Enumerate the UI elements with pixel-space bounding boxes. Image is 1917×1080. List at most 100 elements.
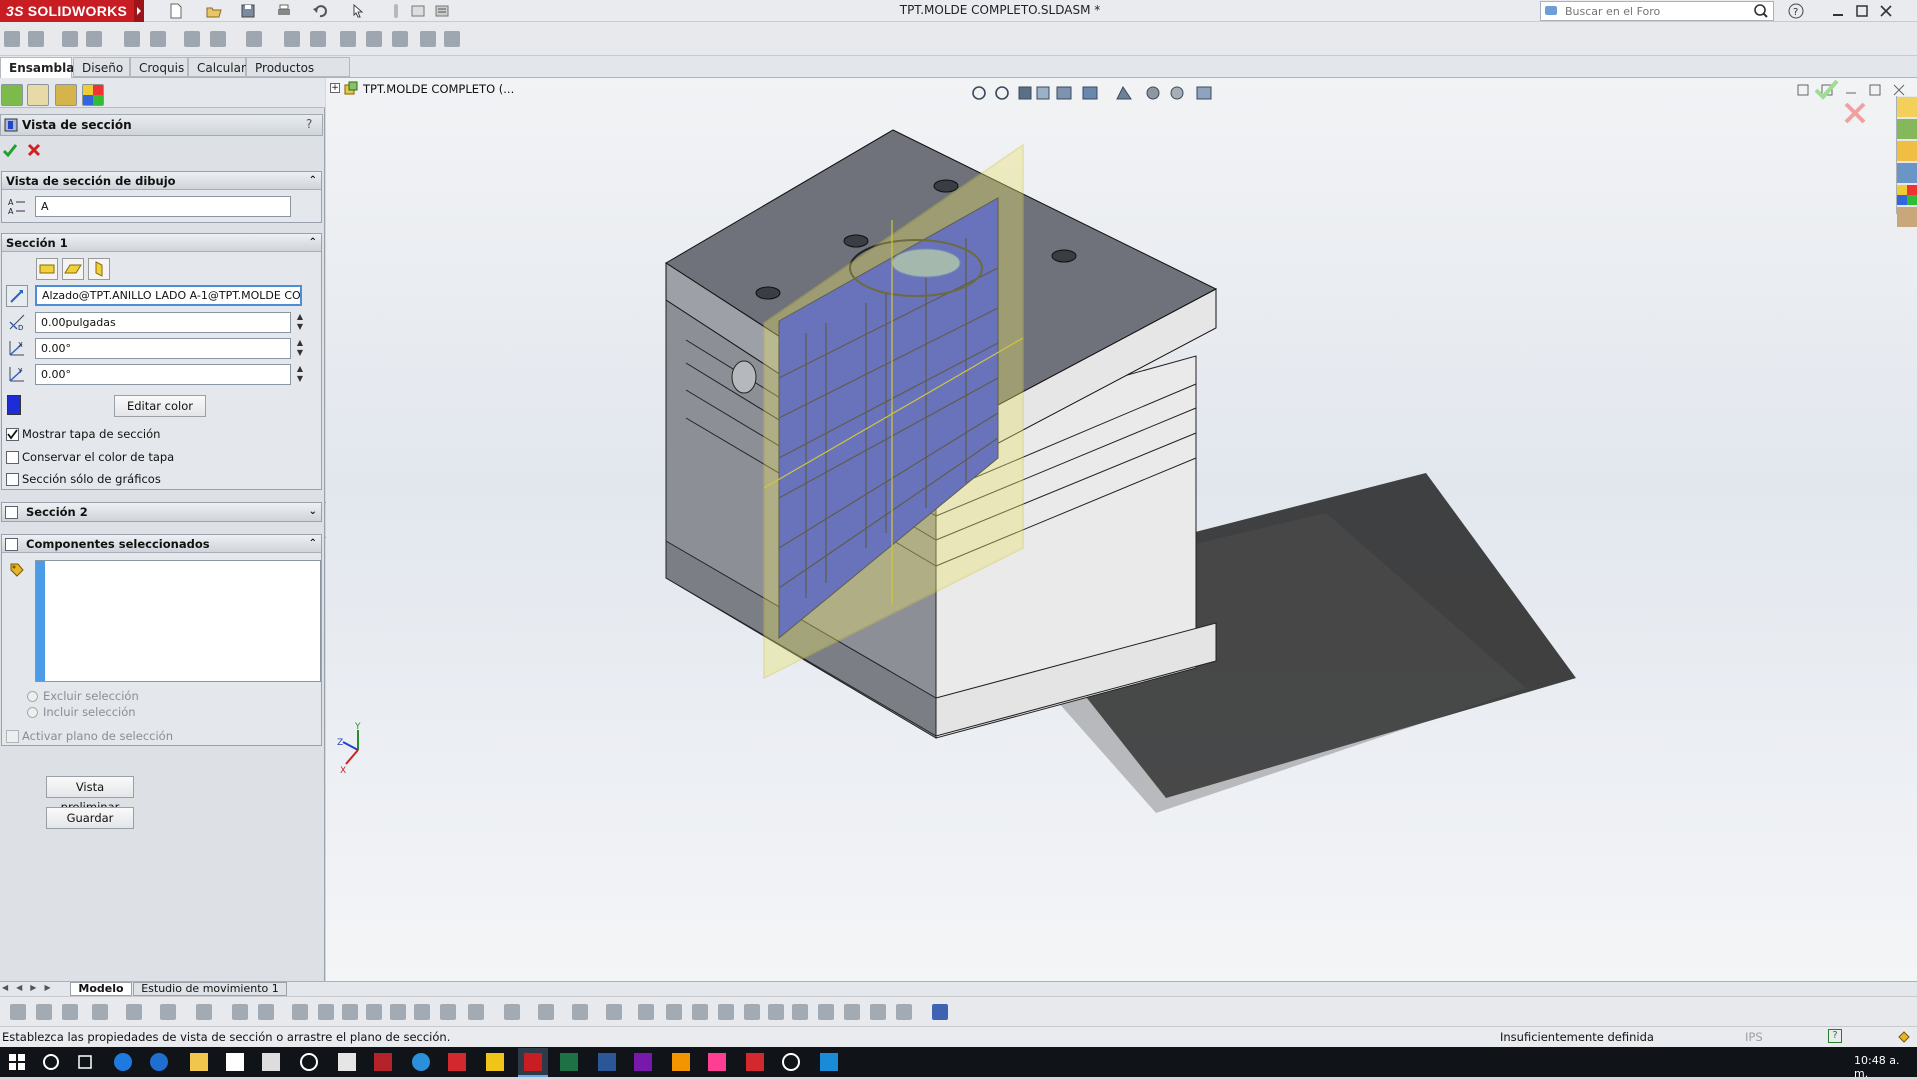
acrobat-icon[interactable] xyxy=(746,1053,764,1071)
tab-calcular[interactable]: Calcular xyxy=(188,57,246,77)
offset-spinner[interactable]: ▲ ▼ xyxy=(294,312,306,333)
search-box[interactable] xyxy=(1540,1,1774,21)
indesign-icon[interactable] xyxy=(708,1053,726,1071)
tab-motion-study[interactable]: Estudio de movimiento 1 xyxy=(133,982,287,996)
store-icon[interactable] xyxy=(262,1053,280,1071)
print-icon[interactable] xyxy=(276,3,292,19)
mail-icon[interactable] xyxy=(226,1053,244,1071)
exclude-radio[interactable] xyxy=(27,691,38,702)
search-input[interactable] xyxy=(1563,2,1753,20)
units-indicator[interactable]: IPS xyxy=(1745,1030,1763,1044)
tab-diseno[interactable]: Diseño xyxy=(73,57,130,77)
tab-croquis[interactable]: Croquis xyxy=(130,57,188,77)
pm-help-icon[interactable]: ? xyxy=(306,117,312,131)
cortana-search-icon[interactable] xyxy=(42,1053,60,1071)
forum-icon xyxy=(1544,3,1560,22)
rotation-x-field[interactable]: 0.00° xyxy=(35,338,291,359)
help-icon[interactable]: ? xyxy=(1788,3,1804,19)
media-player-icon[interactable] xyxy=(300,1053,318,1071)
bottom-toolbar-icons[interactable] xyxy=(10,1003,950,1021)
section2-header[interactable]: Sección 2 ⌄ xyxy=(2,503,321,521)
collapse-chevron-icon[interactable]: ⌃ xyxy=(309,234,317,252)
solidworks-taskbar-icon[interactable] xyxy=(524,1053,542,1071)
search-icon[interactable] xyxy=(1753,3,1769,22)
configuration-manager-tab-icon[interactable] xyxy=(55,84,77,106)
internet-explorer-icon[interactable] xyxy=(150,1053,168,1071)
status-help-icon[interactable]: ? xyxy=(1828,1029,1842,1043)
tab-scroll-arrows[interactable]: ◀◀▶▶ xyxy=(2,983,62,995)
keep-cap-color-checkbox[interactable] xyxy=(6,451,19,464)
graphics-viewport[interactable]: + TPT.MOLDE COMPLETO (... Y Z X xyxy=(326,78,1917,981)
minimize-icon[interactable] xyxy=(1830,3,1846,19)
drawing-section-header[interactable]: Vista de sección de dibujo ⌃ xyxy=(2,172,321,190)
title-bar: 3S SOLIDWORKS TPT.MOLDE COMPLETO.SLDASM *… xyxy=(0,0,1917,22)
open-icon[interactable] xyxy=(206,3,222,19)
file-properties-icon[interactable] xyxy=(410,3,426,19)
offset-distance-field[interactable]: 0.00pulgadas xyxy=(35,312,291,333)
toolbar-icons[interactable] xyxy=(4,30,464,48)
plane-front-icon[interactable] xyxy=(36,258,58,280)
sticky-notes-icon[interactable] xyxy=(486,1053,504,1071)
mold-assembly-model[interactable]: Y Z X xyxy=(326,78,1917,981)
plane-top-icon[interactable] xyxy=(62,258,84,280)
section-name-field[interactable]: A xyxy=(35,196,291,217)
show-cap-checkbox[interactable] xyxy=(6,428,19,441)
section1-group: Sección 1 ⌃ Alzado@TPT.ANILLO LADO A-1@T… xyxy=(1,233,322,490)
graphics-only-checkbox[interactable] xyxy=(6,473,19,486)
excel-icon[interactable] xyxy=(560,1053,578,1071)
save-button[interactable]: Guardar xyxy=(46,807,134,829)
skype-icon[interactable] xyxy=(820,1053,838,1071)
edit-color-button[interactable]: Editar color xyxy=(114,395,206,417)
rebuild-status-icon[interactable] xyxy=(1896,1029,1912,1048)
activate-plane-checkbox[interactable] xyxy=(6,730,19,743)
collapse-chevron-icon[interactable]: ⌃ xyxy=(309,535,317,553)
windows-start-icon[interactable] xyxy=(8,1053,26,1071)
feature-manager-tab-icon[interactable] xyxy=(1,84,23,106)
word-icon[interactable] xyxy=(598,1053,616,1071)
expand-chevron-icon[interactable]: ⌄ xyxy=(309,503,317,521)
undo-icon[interactable] xyxy=(312,3,328,19)
collapse-chevron-icon[interactable]: ⌃ xyxy=(309,172,317,190)
section-reference-field[interactable]: Alzado@TPT.ANILLO LADO A-1@TPT.MOLDE COM… xyxy=(35,285,302,306)
restore-icon[interactable] xyxy=(1854,3,1870,19)
rebuild-icon[interactable] xyxy=(388,3,404,19)
new-document-icon[interactable] xyxy=(168,3,184,19)
axis-triad: Y Z X xyxy=(337,722,361,776)
include-radio[interactable] xyxy=(27,707,38,718)
xbox-icon[interactable] xyxy=(782,1053,800,1071)
app-red-icon[interactable] xyxy=(374,1053,392,1071)
task-view-icon[interactable] xyxy=(76,1053,94,1071)
plane-right-icon[interactable] xyxy=(88,258,110,280)
rotation-y-spinner[interactable]: ▲ ▼ xyxy=(294,364,306,385)
onenote-icon[interactable] xyxy=(634,1053,652,1071)
chrome-like-icon[interactable] xyxy=(412,1053,430,1071)
section1-header[interactable]: Sección 1 ⌃ xyxy=(2,234,321,252)
selected-components-header[interactable]: Componentes seleccionados ⌃ xyxy=(2,535,321,553)
section2-checkbox[interactable] xyxy=(5,506,18,519)
options-icon[interactable] xyxy=(434,3,450,19)
tab-productos-office[interactable]: Productos Office xyxy=(246,57,350,95)
tab-ensamblaje[interactable]: Ensamblaje xyxy=(0,57,87,78)
menu-flyout-arrow[interactable] xyxy=(134,0,144,22)
calculator-icon[interactable] xyxy=(338,1053,356,1071)
select-icon[interactable] xyxy=(350,3,366,19)
rotation-x-spinner[interactable]: ▲ ▼ xyxy=(294,338,306,359)
selected-components-list[interactable] xyxy=(35,560,321,682)
rotation-y-field[interactable]: 0.00° xyxy=(35,364,291,385)
display-manager-tab-icon[interactable] xyxy=(82,84,104,106)
solidworks-logo[interactable]: 3S SOLIDWORKS xyxy=(0,0,134,22)
reference-plane-icon[interactable] xyxy=(6,285,28,307)
save-icon[interactable] xyxy=(240,3,256,19)
tab-modelo[interactable]: Modelo xyxy=(70,982,132,996)
close-window-icon[interactable] xyxy=(1878,3,1894,19)
preview-button[interactable]: Vista preliminar xyxy=(46,776,134,814)
accept-icon[interactable] xyxy=(2,142,18,161)
acrobat-reader-icon[interactable] xyxy=(448,1053,466,1071)
property-manager-tab-icon[interactable] xyxy=(27,84,49,106)
cancel-icon[interactable] xyxy=(26,142,42,161)
selected-components-checkbox[interactable] xyxy=(5,538,18,551)
illustrator-icon[interactable] xyxy=(672,1053,690,1071)
taskbar-clock[interactable]: 10:48 a. m. xyxy=(1854,1054,1917,1080)
file-explorer-taskbar-icon[interactable] xyxy=(190,1053,208,1071)
edge-browser-icon[interactable] xyxy=(114,1053,132,1071)
